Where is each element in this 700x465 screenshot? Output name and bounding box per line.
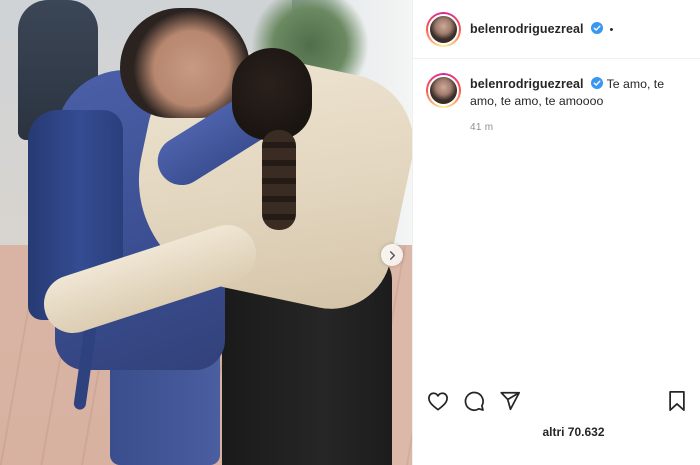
likes-count[interactable]: altri 70.632 [413, 421, 700, 465]
share-button[interactable] [499, 390, 521, 412]
paper-plane-icon [500, 391, 521, 411]
header-username[interactable]: belenrodriguezreal [470, 22, 584, 36]
photo-braid [262, 130, 296, 230]
post-side-panel: belenrodriguezreal • belenrodriguezreal … [412, 0, 700, 465]
verified-badge-icon [591, 22, 604, 34]
header-dot: • [609, 24, 614, 36]
bookmark-icon [669, 390, 685, 412]
avatar-image [428, 13, 459, 45]
heart-icon [428, 392, 448, 411]
caption-username[interactable]: belenrodriguezreal [470, 77, 584, 91]
comments-area [413, 133, 700, 381]
caption-avatar[interactable] [426, 73, 461, 108]
post-time[interactable]: 41 m [470, 122, 684, 133]
verified-badge-icon [590, 77, 603, 89]
post-photo[interactable] [0, 0, 412, 465]
post-header: belenrodriguezreal • [413, 0, 700, 59]
next-photo-button[interactable] [381, 244, 403, 266]
photo-figure-right-head [232, 48, 312, 140]
caption-avatar-image [428, 75, 459, 106]
caption: belenrodriguezreal Te amo, te amo, te am… [470, 73, 684, 110]
avatar[interactable] [426, 11, 461, 47]
like-button[interactable] [427, 390, 449, 412]
instagram-post: belenrodriguezreal • belenrodriguezreal … [0, 0, 700, 465]
chevron-right-icon [389, 250, 395, 260]
caption-row: belenrodriguezreal Te amo, te amo, te am… [413, 59, 700, 133]
comment-button[interactable] [463, 390, 485, 412]
comment-icon [464, 391, 484, 411]
action-bar [413, 381, 700, 421]
save-button[interactable] [666, 390, 688, 412]
